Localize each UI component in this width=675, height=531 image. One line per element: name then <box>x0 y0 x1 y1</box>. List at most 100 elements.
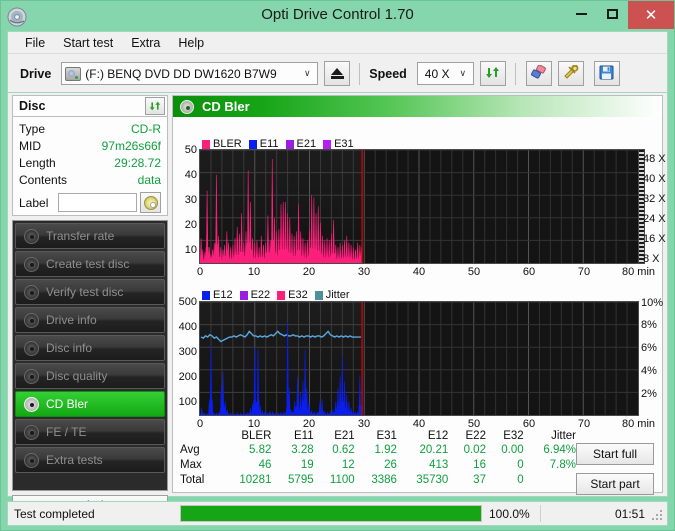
disc-panel-title: Disc <box>19 99 46 113</box>
menu-bar: File Start test Extra Help <box>8 32 667 54</box>
table-row: Total 10281 5795 1100 3386 35730 37 0 <box>178 473 578 488</box>
e12-ytick-200: 200 <box>178 371 197 383</box>
total-e31: 3386 <box>371 474 397 486</box>
disc-icon <box>24 368 39 384</box>
application-window: Opti Drive Control 1.70 ✕ File Start tes… <box>0 0 675 531</box>
menu-start-test[interactable]: Start test <box>54 34 122 52</box>
page-title: CD Bler <box>202 99 250 114</box>
menu-help[interactable]: Help <box>169 34 213 52</box>
sidebar-item-label: Drive info <box>46 313 97 327</box>
e12-y2tick-4: 4% <box>641 365 657 377</box>
close-button[interactable]: ✕ <box>628 1 674 29</box>
test-nav-list: Transfer rate Create test disc Verify te… <box>12 220 168 491</box>
avg-e12: 20.21 <box>419 444 449 456</box>
maximize-button[interactable] <box>597 3 628 25</box>
disc-length-label: Length <box>19 156 56 170</box>
total-e12: 35730 <box>416 474 449 486</box>
eraser-button[interactable] <box>525 61 552 86</box>
max-e31: 26 <box>384 459 397 471</box>
disc-panel-header: Disc <box>12 95 168 117</box>
bler-xtick-20: 20 <box>302 266 316 278</box>
save-button[interactable] <box>593 61 620 86</box>
e12-xtick-80: 80 min <box>622 418 656 430</box>
sidebar-item-transfer-rate[interactable]: Transfer rate <box>15 223 165 249</box>
bler-ytick-40: 40 <box>184 169 197 181</box>
disc-icon <box>24 396 39 412</box>
start-full-button[interactable]: Start full <box>576 443 654 465</box>
disc-icon <box>24 256 39 272</box>
sidebar-item-drive-info[interactable]: Drive info <box>15 307 165 333</box>
legend-swatch <box>277 290 286 300</box>
start-part-button[interactable]: Start part <box>576 473 654 495</box>
sidebar-item-extra-tests[interactable]: Extra tests <box>15 447 165 473</box>
e12-ytick-400: 400 <box>178 321 197 333</box>
max-e32: 0 <box>517 459 524 471</box>
col-header-jitter: Jitter <box>551 430 576 442</box>
col-header-e32: E32 <box>503 430 524 442</box>
bler-ytick-10: 10 <box>184 244 197 256</box>
disc-contents-label: Contents <box>19 173 68 187</box>
disc-label-button[interactable] <box>140 192 161 213</box>
bler-y2tick-40: 40 X <box>643 173 666 185</box>
drive-select[interactable]: (F:) BENQ DVD DD DW1620 B7W9 ∨ <box>61 62 319 85</box>
menu-extra[interactable]: Extra <box>122 34 169 52</box>
elapsed-time: 01:51 <box>614 506 645 521</box>
eject-button[interactable] <box>324 61 351 86</box>
stats-corner <box>178 430 222 443</box>
avg-e21: 0.62 <box>332 444 355 456</box>
bler-xtick-30: 30 <box>357 266 371 278</box>
legend-item-e12: E12 <box>202 289 233 301</box>
bler-xtick-60: 60 <box>522 266 536 278</box>
disc-label-input[interactable] <box>58 193 138 212</box>
legend-item-e32: E32 <box>277 289 308 301</box>
avg-e11: 3.28 <box>291 444 314 456</box>
legend-swatch <box>323 139 332 149</box>
legend-label: Jitter <box>325 289 350 301</box>
total-e32: 0 <box>517 474 524 486</box>
sidebar-item-disc-info[interactable]: Disc info <box>15 335 165 361</box>
max-jitter: 7.8% <box>549 459 576 471</box>
e12-xtick-10: 10 <box>247 418 261 430</box>
title-bar: Opti Drive Control 1.70 ✕ <box>1 1 674 31</box>
disc-label-row: Label <box>19 192 161 213</box>
e12-y2tick-2: 2% <box>641 388 657 400</box>
sidebar-item-verify-test-disc[interactable]: Verify test disc <box>15 279 165 305</box>
left-panel: Disc Type CD-R MID 97m26s66f Length 29:2… <box>12 95 168 517</box>
bler-xtick-40: 40 <box>412 266 426 278</box>
speed-select[interactable]: 40 X ∨ <box>416 62 474 85</box>
panel-header: CD Bler <box>173 96 662 117</box>
sidebar-item-disc-quality[interactable]: Disc quality <box>15 363 165 389</box>
tools-button[interactable] <box>557 61 584 86</box>
disc-type-label: Type <box>19 122 46 136</box>
max-bler: 46 <box>258 459 272 471</box>
bler-xtick-70: 70 <box>577 266 591 278</box>
legend-swatch <box>202 139 210 149</box>
disc-icon <box>24 340 39 356</box>
col-header-bler: BLER <box>241 430 272 442</box>
bler-ytick-30: 30 <box>184 194 197 206</box>
disc-row-mid: MID 97m26s66f <box>19 138 161 155</box>
max-e22: 16 <box>473 459 486 471</box>
legend-swatch <box>202 290 210 300</box>
e12-xtick-50: 50 <box>467 418 481 430</box>
status-bar: Test completed 100.0% 01:51 <box>7 501 668 526</box>
bler-y2tick-8: 8 X <box>643 253 660 265</box>
disc-row-length: Length 29:28.72 <box>19 155 161 172</box>
minimize-button[interactable] <box>566 3 597 25</box>
sidebar-item-create-test-disc[interactable]: Create test disc <box>15 251 165 277</box>
bler-ytick-20: 20 <box>184 219 197 231</box>
sidebar-item-cd-bler[interactable]: CD Bler <box>15 391 165 417</box>
bler-y2tick-32: 32 X <box>643 193 666 205</box>
resize-grip[interactable] <box>652 510 664 522</box>
sidebar-item-fe-te[interactable]: FE / TE <box>15 419 165 445</box>
refresh-button[interactable] <box>479 61 506 86</box>
eraser-icon <box>530 64 547 82</box>
progress-bar-fill <box>181 506 481 521</box>
chevron-down-icon: ∨ <box>303 68 311 78</box>
disc-refresh-button[interactable] <box>145 97 165 115</box>
chevron-down-icon: ∨ <box>459 68 467 78</box>
disc-mid-label: MID <box>19 139 41 153</box>
sidebar-item-label: FE / TE <box>46 425 87 439</box>
legend-swatch <box>248 139 257 149</box>
menu-file[interactable]: File <box>16 34 54 52</box>
